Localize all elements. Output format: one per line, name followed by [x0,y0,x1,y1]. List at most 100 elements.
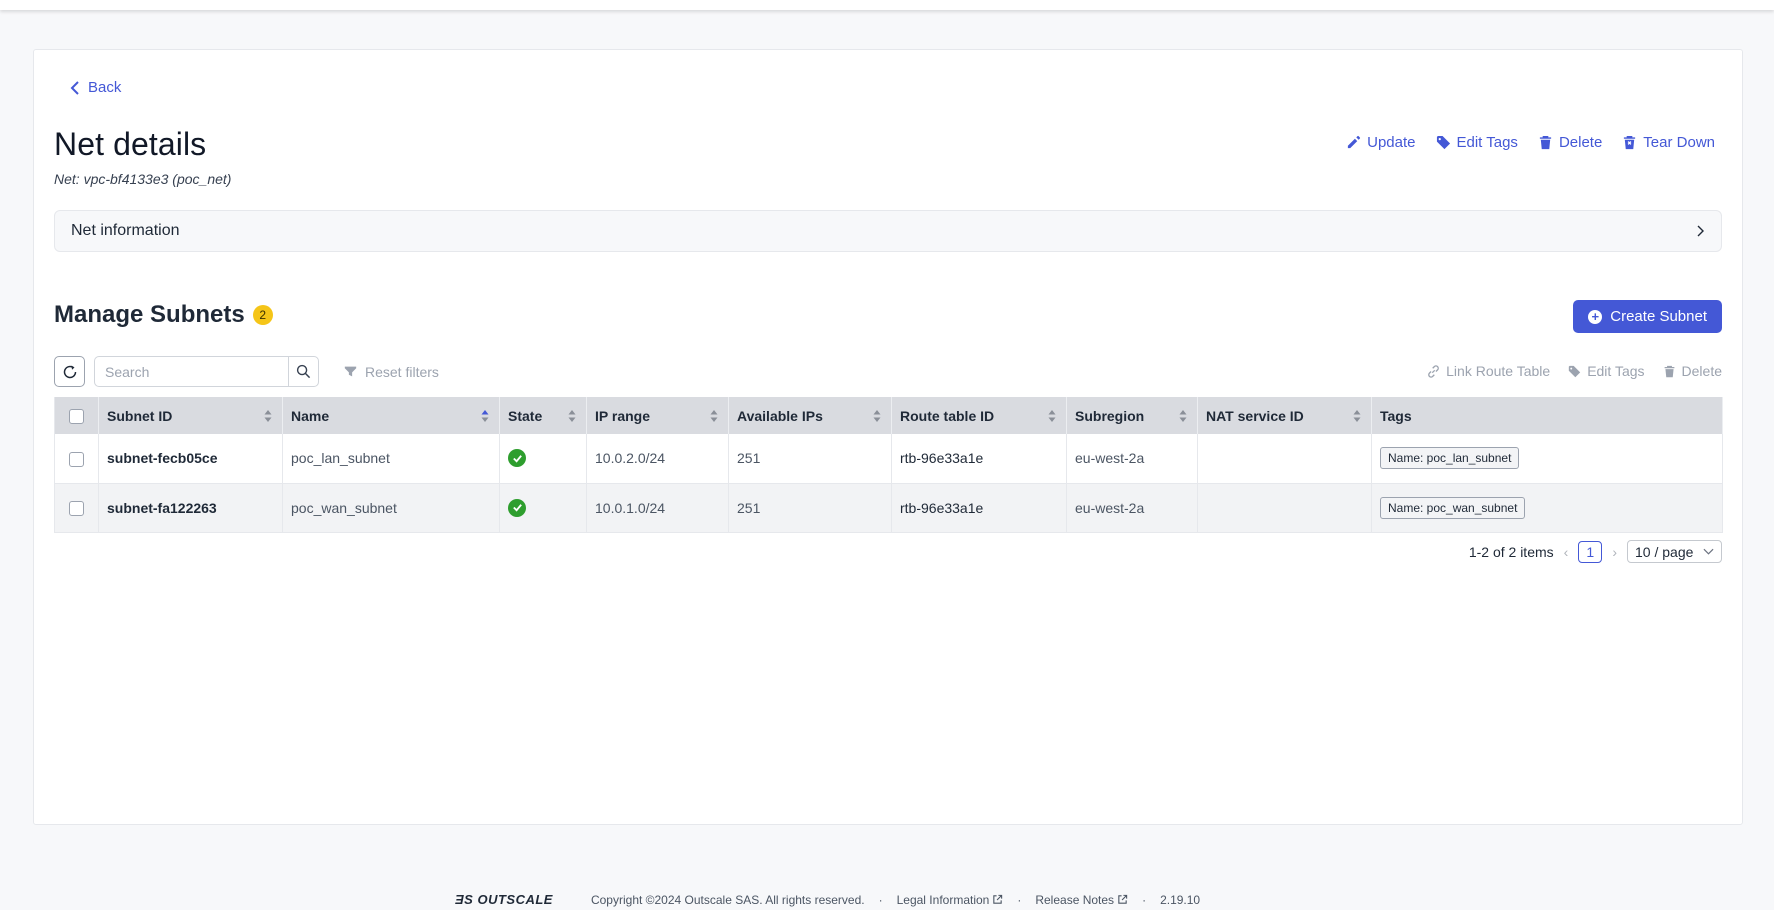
page-subtitle: Net: vpc-bf4133e3 (poc_net) [54,171,232,187]
ip-range-cell: 10.0.1.0/24 [586,483,729,533]
name-cell: poc_lan_subnet [282,434,500,484]
tags-cell: Name: poc_lan_subnet [1371,434,1723,484]
nat-service-id-cell [1197,434,1372,484]
column-label: Available IPs [737,407,823,424]
header-actions: Update Edit Tags Delete Tear Down [1346,134,1715,151]
reset-filters-button[interactable]: Reset filters [344,364,439,380]
subnets-title: Manage Subnets [54,301,245,328]
ip-range-cell: 10.0.2.0/24 [586,434,729,484]
back-label: Back [88,79,122,96]
column-header[interactable]: Name [282,397,500,434]
sort-icon [710,410,718,422]
sort-icon [264,410,272,422]
sort-icon [1353,410,1361,422]
nat-service-id-cell [1197,483,1372,533]
bulk-actions: Link Route Table Edit Tags Delete [1427,363,1722,379]
tear-down-label: Tear Down [1643,134,1715,151]
create-subnet-button[interactable]: + Create Subnet [1573,300,1722,333]
page-size-select[interactable]: 10 / page [1627,540,1722,563]
bulk-edit-tags-label: Edit Tags [1587,363,1645,379]
next-page-button[interactable]: › [1612,544,1617,560]
edit-tags-label: Edit Tags [1456,134,1518,151]
subregion-cell: eu-west-2a [1066,483,1198,533]
subnet-id-cell[interactable]: subnet-fa122263 [98,483,283,533]
link-route-table-label: Link Route Table [1446,363,1551,379]
tags-cell: Name: poc_wan_subnet [1371,483,1723,533]
external-link-icon [993,894,1003,904]
refresh-icon [63,365,76,378]
column-label: Name [291,407,330,424]
outscale-logo: ƎS OUTSCALE [455,892,553,907]
table-row[interactable]: subnet-fecb05ce poc_lan_subnet 10.0.2.0/… [54,434,1723,484]
sort-icon [568,410,576,422]
bulk-edit-tags-button[interactable]: Edit Tags [1568,363,1645,379]
link-route-table-button[interactable]: Link Route Table [1427,363,1550,379]
column-label: Tags [1380,407,1412,424]
net-information-panel[interactable]: Net information [54,210,1722,252]
bulk-delete-button[interactable]: Delete [1663,363,1722,379]
legal-label: Legal Information [896,892,990,907]
trash-x-icon [1624,135,1636,150]
route-table-id-cell: rtb-96e33a1e [891,434,1067,484]
sort-icon [1179,410,1187,422]
chevron-down-icon [1703,548,1714,555]
pagination-summary: 1-2 of 2 items [1468,543,1554,560]
column-header[interactable]: Subnet ID [98,397,283,434]
column-header[interactable]: State [499,397,587,434]
search-button[interactable] [288,356,319,387]
column-header[interactable]: Available IPs [728,397,892,434]
refresh-button[interactable] [54,356,85,387]
count-badge: 2 [252,305,273,325]
sort-icon [873,410,881,422]
column-header[interactable]: Route table ID [891,397,1067,434]
column-label: Route table ID [900,407,995,424]
edit-tags-button[interactable]: Edit Tags [1436,134,1518,151]
column-header[interactable]: NAT service ID [1197,397,1372,434]
state-cell [499,483,587,533]
select-all-checkbox[interactable] [69,408,84,424]
row-select-cell [54,483,99,533]
column-header[interactable]: IP range [586,397,729,434]
table-header: Subnet ID Name State IP range Available … [54,397,1723,434]
table-row[interactable]: subnet-fa122263 poc_wan_subnet 10.0.1.0/… [54,483,1723,533]
available-ips-cell: 251 [728,434,892,484]
available-ips-cell: 251 [728,483,892,533]
back-link[interactable]: Back [70,79,121,96]
update-button[interactable]: Update [1346,134,1416,151]
page-number[interactable]: 1 [1578,540,1603,563]
row-select-cell [54,434,99,484]
prev-page-button[interactable]: ‹ [1564,544,1569,560]
bulk-delete-label: Delete [1681,363,1722,379]
tear-down-button[interactable]: Tear Down [1622,134,1715,151]
search-box [94,356,319,387]
delete-button[interactable]: Delete [1538,134,1602,151]
table-toolbar: Reset filters [54,356,439,387]
subnets-table: Subnet ID Name State IP range Available … [54,397,1723,533]
trash-icon [1539,135,1552,150]
net-information-label: Net information [71,222,180,239]
sort-icon [1048,410,1056,422]
tag-icon [1569,365,1581,377]
main-card: Back Net details Net: vpc-bf4133e3 (poc_… [33,49,1743,825]
plus-circle-icon: + [1588,309,1603,324]
separator: · [1142,892,1147,907]
tag-icon [1436,135,1450,150]
subnet-id-cell[interactable]: subnet-fecb05ce [98,434,283,484]
pencil-icon [1348,135,1361,149]
route-table-id-cell: rtb-96e33a1e [891,483,1067,533]
search-input[interactable] [94,356,288,387]
legal-information-link[interactable]: Legal Information [897,893,1004,907]
search-icon [296,364,311,379]
pagination: 1-2 of 2 items ‹ 1 › 10 / page [1469,540,1722,563]
subregion-cell: eu-west-2a [1066,434,1198,484]
chevron-right-icon [1697,225,1704,237]
column-label: IP range [595,407,650,424]
delete-label: Delete [1558,134,1603,151]
release-notes-link[interactable]: Release Notes [1035,893,1128,907]
external-link-icon [1118,894,1128,904]
logo-text: OUTSCALE [477,892,553,907]
row-checkbox[interactable] [69,500,84,516]
column-header[interactable]: Subregion [1066,397,1198,434]
row-checkbox[interactable] [69,451,84,467]
tag-chip: Name: poc_wan_subnet [1380,496,1526,519]
